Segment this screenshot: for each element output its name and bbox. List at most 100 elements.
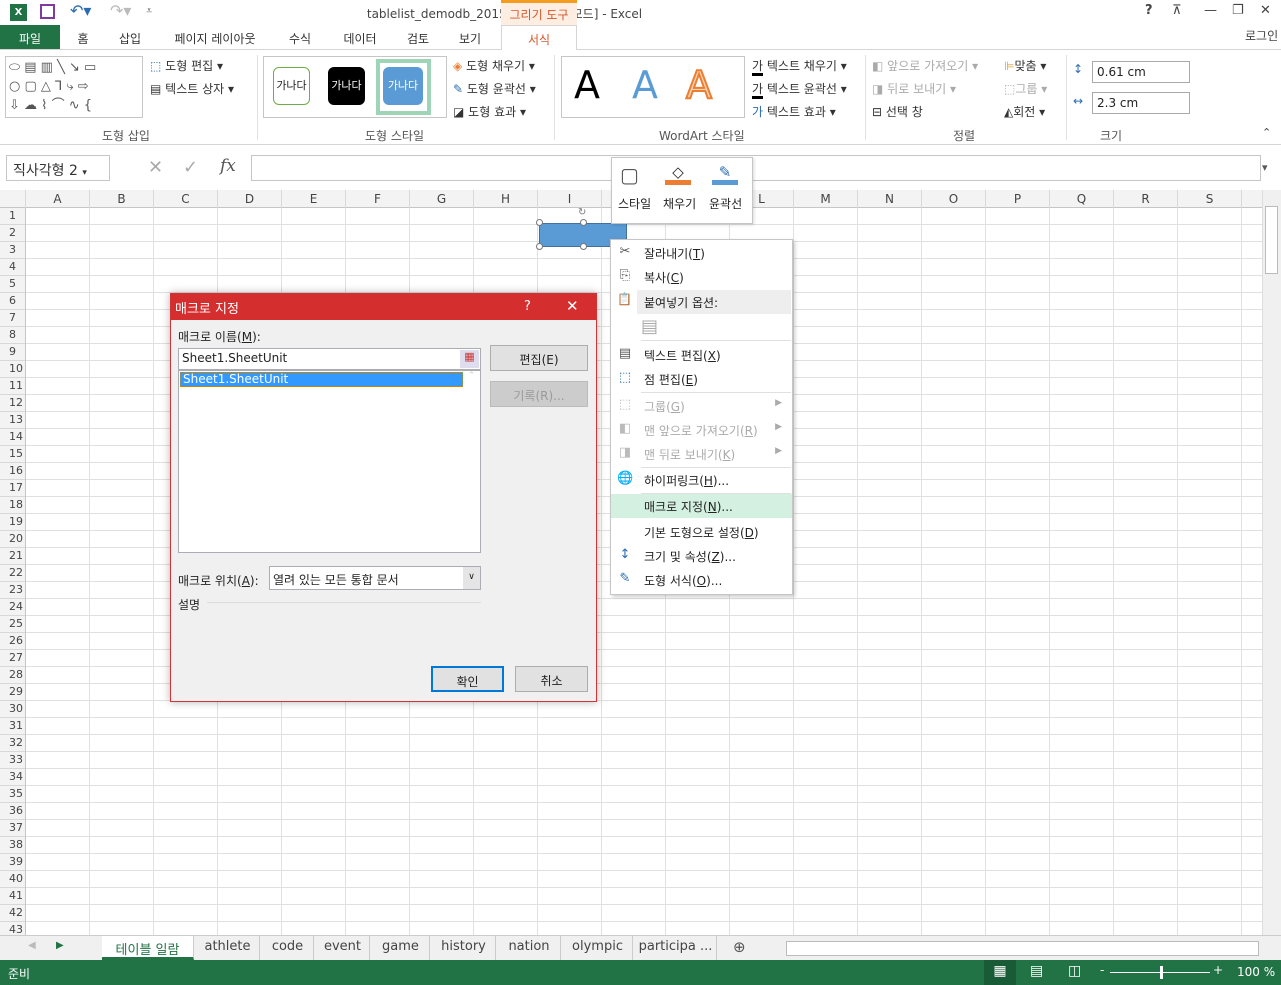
group-button[interactable]: ⬚그룹 ▾: [1004, 80, 1047, 97]
macro-list[interactable]: Sheet1.SheetUnit ⌃: [178, 370, 481, 553]
edit-button[interactable]: 편집(E): [490, 345, 588, 371]
column-header[interactable]: E: [282, 190, 346, 208]
collapse-dialog-icon[interactable]: ▦: [460, 350, 479, 368]
tab-home[interactable]: 홈: [66, 25, 100, 50]
row-header[interactable]: 4: [0, 259, 25, 276]
shape-height-input[interactable]: 0.61 cm: [1092, 61, 1190, 83]
menu-item-cut[interactable]: ✂ 잘라내기(T): [611, 241, 792, 265]
shape-style-black[interactable]: 가나다: [328, 67, 365, 105]
row-header[interactable]: 41: [0, 888, 25, 905]
shape-width-input[interactable]: 2.3 cm: [1092, 92, 1190, 114]
wordart-orange[interactable]: A: [685, 62, 713, 108]
ok-button[interactable]: 확인: [431, 666, 504, 692]
sheet-tab[interactable]: event: [316, 936, 370, 960]
column-header[interactable]: C: [154, 190, 218, 208]
wordart-black[interactable]: A: [574, 63, 600, 107]
align-button[interactable]: ⊫맞춤 ▾: [1004, 57, 1046, 74]
row-header[interactable]: 9: [0, 344, 25, 361]
row-header[interactable]: 33: [0, 752, 25, 769]
row-header[interactable]: 26: [0, 633, 25, 650]
sheet-tab[interactable]: 테이블 일람: [102, 936, 194, 960]
page-break-view-icon[interactable]: ◫: [1068, 963, 1081, 979]
row-header[interactable]: 32: [0, 735, 25, 752]
row-header[interactable]: 5: [0, 276, 25, 293]
rotate-handle-icon[interactable]: ↻: [578, 207, 586, 218]
wordart-gallery[interactable]: A A A: [561, 56, 745, 118]
sheet-tab[interactable]: history: [432, 936, 496, 960]
row-header[interactable]: 24: [0, 599, 25, 616]
row-header[interactable]: 28: [0, 667, 25, 684]
mini-fill-button[interactable]: 채우기: [663, 195, 696, 212]
page-layout-view-icon[interactable]: ▤: [1030, 963, 1043, 979]
shape-style-blue-selected[interactable]: 가나다: [383, 67, 423, 105]
sheet-tab[interactable]: athlete: [196, 936, 260, 960]
row-header[interactable]: 21: [0, 548, 25, 565]
row-header[interactable]: 19: [0, 514, 25, 531]
menu-item-bring-to-front[interactable]: ◧ 맨 앞으로 가져오기(R) ▶: [611, 418, 792, 442]
tab-view[interactable]: 보기: [450, 25, 490, 50]
row-header[interactable]: 15: [0, 446, 25, 463]
sheet-tab[interactable]: participa ...: [635, 936, 717, 960]
select-all-corner[interactable]: [0, 190, 26, 208]
column-header[interactable]: O: [922, 190, 986, 208]
menu-item-assign-macro[interactable]: 매크로 지정(N)...: [611, 494, 792, 518]
row-header[interactable]: 14: [0, 429, 25, 446]
shape-styles-gallery[interactable]: 가나다 가나다 가나다: [263, 56, 447, 118]
row-header[interactable]: 36: [0, 803, 25, 820]
row-header[interactable]: 37: [0, 820, 25, 837]
dialog-close-button[interactable]: ✕: [566, 297, 579, 315]
help-button[interactable]: ?: [1145, 3, 1153, 18]
text-outline-button[interactable]: 가 텍스트 윤곽선 ▾: [752, 80, 847, 99]
tab-format[interactable]: 서식: [501, 25, 577, 50]
menu-item-edit-text[interactable]: ▤ 텍스트 편집(X): [611, 343, 792, 367]
record-button[interactable]: 기록(R)...: [490, 381, 588, 407]
row-header[interactable]: 42: [0, 905, 25, 922]
resize-handle[interactable]: [536, 243, 543, 250]
resize-handle[interactable]: [536, 219, 543, 226]
text-box-button[interactable]: ▤ 텍스트 상자 ▾: [150, 80, 234, 97]
shape-style-outline[interactable]: 가나다: [273, 67, 310, 105]
shape-outline-button[interactable]: ✎ 도형 윤곽선 ▾: [453, 80, 536, 97]
confirm-entry-icon[interactable]: ✓: [183, 157, 198, 178]
zoom-out-button[interactable]: -: [1100, 963, 1104, 977]
send-backward-button[interactable]: ◨ 뒤로 보내기 ▾: [872, 80, 956, 97]
close-button[interactable]: ✕: [1260, 3, 1271, 18]
row-header[interactable]: 25: [0, 616, 25, 633]
row-header[interactable]: 22: [0, 565, 25, 582]
column-header[interactable]: R: [1114, 190, 1178, 208]
wordart-blue[interactable]: A: [632, 63, 658, 107]
menu-item-group[interactable]: ⬚ 그룹(G) ▶: [611, 394, 792, 418]
macro-location-select[interactable]: 열려 있는 모든 통합 문서 ∨: [269, 566, 481, 590]
row-header[interactable]: 20: [0, 531, 25, 548]
row-header[interactable]: 23: [0, 582, 25, 599]
tab-formulas[interactable]: 수식: [280, 25, 320, 50]
row-header[interactable]: 30: [0, 701, 25, 718]
column-header[interactable]: M: [794, 190, 858, 208]
column-header[interactable]: I: [538, 190, 602, 208]
column-header[interactable]: Q: [1050, 190, 1114, 208]
shapes-gallery[interactable]: ⬭ ▤ ▥ ╲ ↘ ▭ ○ ▢ △ ⅂ ⤷ ⇨ ⇩ ☁ ⌇ ⌒ ∿ {: [5, 56, 143, 118]
row-header[interactable]: 40: [0, 871, 25, 888]
column-header[interactable]: P: [986, 190, 1050, 208]
cancel-entry-icon[interactable]: ✕: [148, 157, 163, 178]
menu-item-hyperlink[interactable]: 🌐 하이퍼링크(H)...: [611, 468, 792, 492]
row-header[interactable]: 27: [0, 650, 25, 667]
insert-function-button[interactable]: fx: [220, 156, 236, 176]
restore-button[interactable]: ❐: [1232, 3, 1244, 18]
edit-shape-button[interactable]: ⬚ 도형 편집 ▾: [150, 57, 223, 74]
menu-item-copy[interactable]: ⎘ 복사(C): [611, 265, 792, 289]
menu-item-edit-points[interactable]: ⬚ 점 편집(E): [611, 367, 792, 391]
row-header[interactable]: 38: [0, 837, 25, 854]
row-header[interactable]: 31: [0, 718, 25, 735]
column-header[interactable]: N: [858, 190, 922, 208]
row-header[interactable]: 16: [0, 463, 25, 480]
row-header[interactable]: 18: [0, 497, 25, 514]
row-header[interactable]: 29: [0, 684, 25, 701]
row-header[interactable]: 17: [0, 480, 25, 497]
column-header[interactable]: F: [346, 190, 410, 208]
column-header[interactable]: B: [90, 190, 154, 208]
zoom-level[interactable]: 100 %: [1237, 965, 1275, 979]
outline-icon[interactable]: ✎: [712, 163, 738, 185]
text-effects-button[interactable]: 가 텍스트 효과 ▾: [752, 103, 836, 120]
menu-item-set-default-shape[interactable]: 기본 도형으로 설정(D): [611, 520, 792, 544]
